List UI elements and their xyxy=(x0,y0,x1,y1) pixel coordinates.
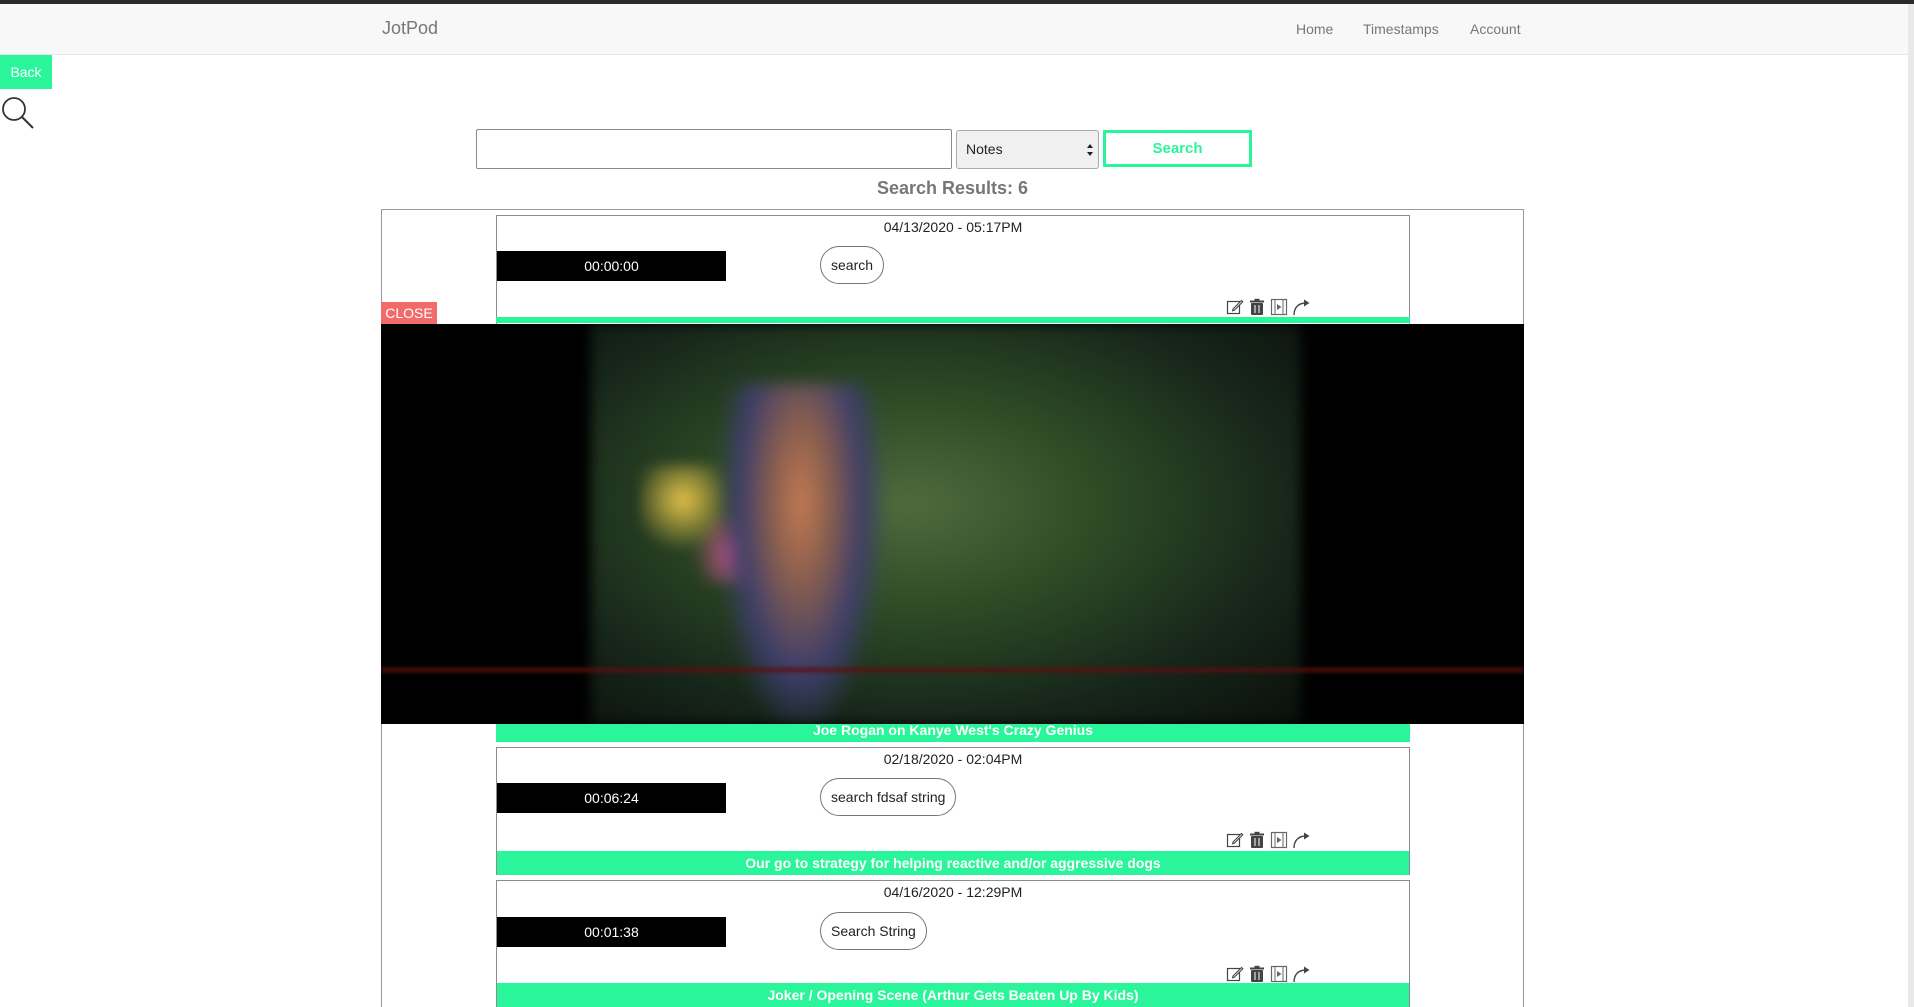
trash-icon[interactable] xyxy=(1248,965,1266,983)
nav-account[interactable]: Account xyxy=(1470,21,1521,37)
trash-icon[interactable] xyxy=(1248,831,1266,849)
result-video-title[interactable]: Our go to strategy for helping reactive … xyxy=(497,851,1409,875)
share-icon[interactable] xyxy=(1292,831,1310,849)
select-arrows-icon xyxy=(1087,144,1093,156)
nav-timestamps[interactable]: Timestamps xyxy=(1363,21,1439,37)
timestamp-badge[interactable]: 00:00:00 xyxy=(497,251,726,281)
result-date: 04/16/2020 - 12:29PM xyxy=(883,884,1023,900)
edit-icon[interactable] xyxy=(1226,831,1244,849)
card-accent-strip xyxy=(496,317,1410,323)
video-blur-figure xyxy=(721,384,881,724)
search-button[interactable]: Search xyxy=(1103,130,1252,167)
page-scrollbar[interactable] xyxy=(1908,4,1914,1007)
result-card: 04/13/2020 - 05:17PM 00:00:00 search xyxy=(496,215,1410,327)
nav-home[interactable]: Home xyxy=(1296,21,1333,37)
note-pill[interactable]: search fdsaf string xyxy=(820,778,957,816)
trash-icon[interactable] xyxy=(1248,298,1266,316)
result-date: 02/18/2020 - 02:04PM xyxy=(883,751,1023,767)
video-icon[interactable] xyxy=(1270,965,1288,983)
navbar: JotPod Home Timestamps Account xyxy=(0,4,1908,55)
video-icon[interactable] xyxy=(1270,831,1288,849)
search-results-count: Search Results: 6 xyxy=(876,178,1029,198)
result-card: 02/18/2020 - 02:04PM 00:06:24 search fds… xyxy=(496,747,1410,875)
back-button[interactable]: Back xyxy=(0,55,52,89)
search-icon[interactable] xyxy=(0,95,36,131)
note-pill[interactable]: search xyxy=(820,246,885,284)
filter-selected-value: Notes xyxy=(966,141,1003,157)
edit-icon[interactable] xyxy=(1226,298,1244,316)
edit-icon[interactable] xyxy=(1226,965,1244,983)
search-filter-select[interactable]: Notes xyxy=(956,130,1099,169)
search-input[interactable] xyxy=(476,129,952,169)
result-card: 04/16/2020 - 12:29PM 00:01:38 Search Str… xyxy=(496,880,1410,1007)
result-date: 04/13/2020 - 05:17PM xyxy=(883,219,1023,235)
note-pill[interactable]: Search String xyxy=(820,912,927,950)
timestamp-badge[interactable]: 00:06:24 xyxy=(497,783,726,813)
close-video-button[interactable]: CLOSE xyxy=(381,302,437,324)
result-video-title[interactable]: Joker / Opening Scene (Arthur Gets Beate… xyxy=(497,983,1409,1007)
brand-logo[interactable]: JotPod xyxy=(382,18,438,39)
video-progress-bar[interactable] xyxy=(381,668,1524,672)
share-icon[interactable] xyxy=(1292,298,1310,316)
share-icon[interactable] xyxy=(1292,965,1310,983)
video-player[interactable] xyxy=(381,324,1524,724)
timestamp-badge[interactable]: 00:01:38 xyxy=(497,917,726,947)
video-icon[interactable] xyxy=(1270,298,1288,316)
